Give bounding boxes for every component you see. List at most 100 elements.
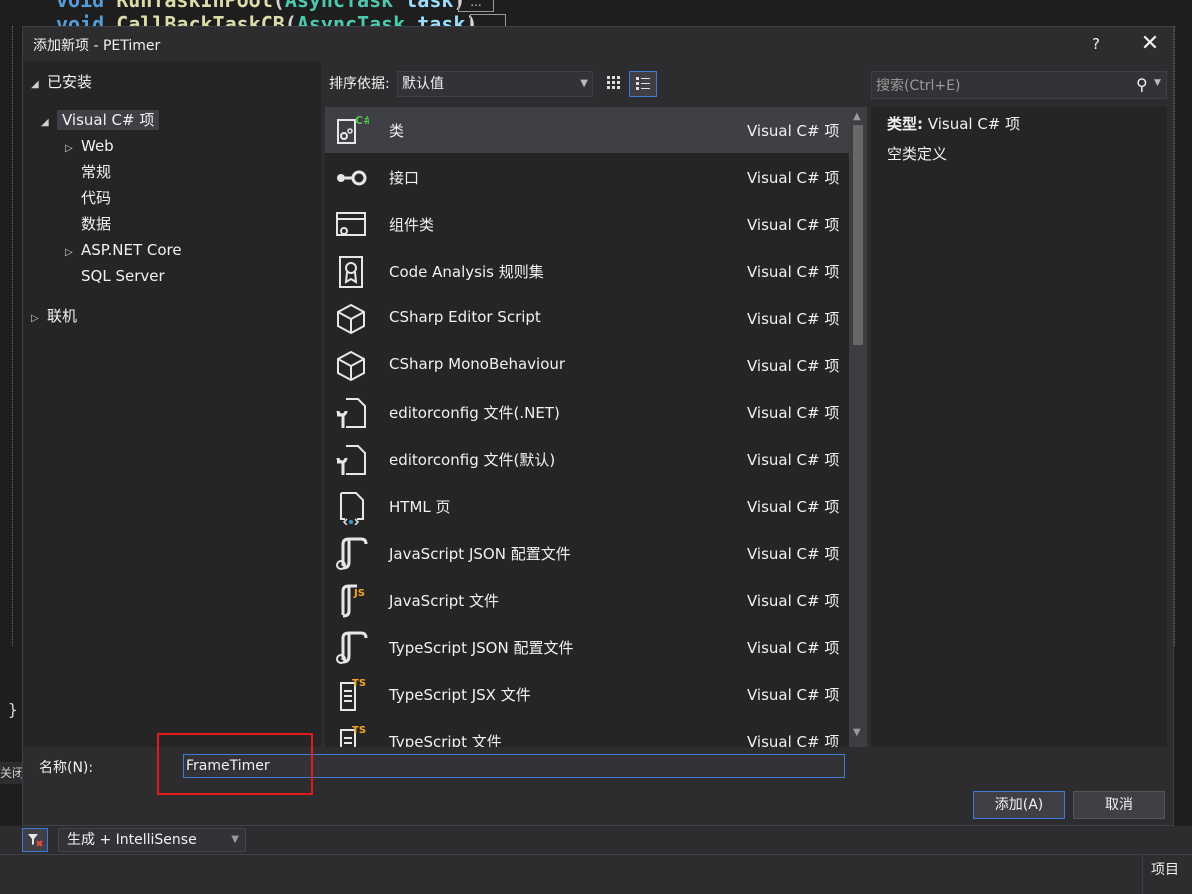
name-label: 名称(N):: [39, 760, 94, 776]
list-item[interactable]: TS TypeScript 文件 Visual C# 项: [325, 718, 849, 747]
collapse-arrow-icon: ◢: [31, 79, 39, 90]
code-line: void RunTaskInPool(AsyncTask task): [56, 0, 466, 12]
chevron-down-icon: ▼: [231, 834, 239, 845]
list-item[interactable]: 组件类 Visual C# 项: [325, 201, 849, 247]
code-line: void CallBackTaskCB(AsyncTask task): [56, 12, 478, 26]
list-item[interactable]: HTML 页 Visual C# 项: [325, 483, 849, 529]
sort-select[interactable]: 默认值 ▼: [397, 71, 593, 97]
template-list: C# 类 Visual C# 项 接口 Visual C# 项 组件类 Visu…: [325, 107, 849, 747]
tree-item-general[interactable]: 常规: [81, 161, 111, 183]
item-language: Visual C# 项: [747, 639, 840, 657]
list-item[interactable]: TS TypeScript JSX 文件 Visual C# 项: [325, 671, 849, 717]
list-item[interactable]: editorconfig 文件(默认) Visual C# 项: [325, 436, 849, 482]
list-item[interactable]: 接口 Visual C# 项: [325, 154, 849, 200]
list-item[interactable]: CSharp Editor Script Visual C# 项: [325, 295, 849, 341]
list-view-icon[interactable]: [629, 71, 657, 97]
item-language: Visual C# 项: [747, 592, 840, 610]
tree-item-sql-server[interactable]: SQL Server: [81, 265, 165, 287]
item-name: CSharp Editor Script: [389, 308, 541, 326]
item-name: HTML 页: [389, 498, 451, 516]
json-file-icon: [336, 631, 368, 664]
grid-view-icon[interactable]: [601, 71, 627, 97]
class-icon: C#: [337, 114, 369, 144]
tree-item-code[interactable]: 代码: [81, 187, 111, 209]
highlight-box: [157, 733, 313, 795]
item-name: JavaScript JSON 配置文件: [389, 545, 571, 563]
scroll-up-icon[interactable]: ▲: [853, 111, 861, 122]
dialog-titlebar: 添加新项 - PETimer ? ✕: [23, 27, 1173, 61]
expand-arrow-icon: ▷: [65, 143, 73, 154]
svg-text:TS: TS: [352, 725, 366, 736]
sort-label: 排序依据:: [329, 76, 390, 92]
item-language: Visual C# 项: [747, 686, 840, 704]
list-item[interactable]: Code Analysis 规则集 Visual C# 项: [325, 248, 849, 294]
status-item-project[interactable]: 项目: [1142, 855, 1179, 894]
list-item[interactable]: C# 类 Visual C# 项: [325, 107, 849, 153]
build-scope-select[interactable]: 生成 + IntelliSense ▼: [58, 828, 246, 852]
list-item[interactable]: JS JavaScript 文件 Visual C# 项: [325, 577, 849, 623]
item-language: Visual C# 项: [747, 498, 840, 516]
item-language: Visual C# 项: [747, 733, 840, 747]
list-item[interactable]: JavaScript JSON 配置文件 Visual C# 项: [325, 530, 849, 576]
ellipsis-icon: ...: [458, 0, 494, 12]
tree-item-data[interactable]: 数据: [81, 213, 111, 235]
code-editor-background: void RunTaskInPool(AsyncTask task) void …: [0, 0, 1192, 26]
js-file-icon: JS: [341, 584, 365, 618]
svg-text:TS: TS: [352, 678, 366, 689]
close-button[interactable]: ✕: [1135, 30, 1165, 58]
item-name: CSharp MonoBehaviour: [389, 355, 566, 373]
list-item[interactable]: TypeScript JSON 配置文件 Visual C# 项: [325, 624, 849, 670]
cube-icon: [337, 350, 365, 382]
scrollbar-thumb[interactable]: [853, 125, 863, 345]
item-language: Visual C# 项: [747, 169, 840, 187]
category-tree: ◢ 已安装 ◢ Visual C# 项 ▷ Web 常规 代码 数据 ▷ ASP.NET…: [23, 61, 321, 747]
chevron-down-icon[interactable]: ▼: [1154, 78, 1161, 88]
tree-item-online[interactable]: ▷ 联机: [31, 305, 77, 327]
scroll-down-icon[interactable]: ▼: [853, 727, 861, 738]
add-button[interactable]: 添加(A): [973, 791, 1065, 819]
svg-text:JS: JS: [353, 588, 365, 599]
search-icon[interactable]: ⚲: [1136, 75, 1148, 94]
tree-item-visual-csharp[interactable]: ◢ Visual C# 项: [41, 109, 160, 131]
item-name: TypeScript JSX 文件: [389, 686, 531, 704]
ruleset-icon: [339, 256, 363, 288]
item-name: editorconfig 文件(默认): [389, 451, 556, 469]
list-item[interactable]: editorconfig 文件(.NET) Visual C# 项: [325, 389, 849, 435]
list-scrollbar[interactable]: ▲ ▼: [849, 107, 867, 747]
add-new-item-dialog: 添加新项 - PETimer ? ✕ ◢ 已安装 ◢ Visual C# 项 ▷ We…: [22, 26, 1174, 826]
collapse-arrow-icon: ◢: [41, 117, 49, 128]
item-language: Visual C# 项: [747, 404, 840, 422]
component-icon: [336, 212, 366, 236]
cube-icon: [337, 303, 365, 335]
item-name: 组件类: [389, 216, 435, 234]
expand-arrow-icon: ▷: [65, 247, 73, 258]
item-language: Visual C# 项: [747, 357, 840, 375]
search-box: ⚲ ▼: [871, 71, 1167, 99]
detail-description: 空类定义: [887, 145, 948, 163]
list-item[interactable]: CSharp MonoBehaviour Visual C# 项: [325, 342, 849, 388]
item-language: Visual C# 项: [747, 216, 840, 234]
interface-icon: [337, 170, 367, 186]
search-input[interactable]: [876, 75, 1126, 97]
item-language: Visual C# 项: [747, 451, 840, 469]
item-name: TypeScript 文件: [389, 733, 502, 747]
tsx-file-icon: TS: [340, 678, 366, 711]
item-name: 接口: [389, 169, 420, 187]
item-language: Visual C# 项: [747, 310, 840, 328]
ts-file-icon: TS: [340, 725, 366, 747]
tree-item-aspnet-core[interactable]: ▷ ASP.NET Core: [65, 239, 182, 261]
tree-item-web[interactable]: ▷ Web: [65, 135, 114, 157]
html-file-icon: [340, 492, 364, 525]
json-file-icon: [336, 537, 368, 570]
config-file-icon: [336, 445, 366, 475]
item-language: Visual C# 项: [747, 545, 840, 563]
item-name: 类: [389, 122, 405, 140]
close-tab-label[interactable]: 关闭: [0, 762, 22, 784]
item-name: editorconfig 文件(.NET): [389, 404, 560, 422]
help-button[interactable]: ?: [1083, 31, 1109, 57]
item-name: TypeScript JSON 配置文件: [389, 639, 574, 657]
item-language: Visual C# 项: [747, 122, 840, 140]
tree-item-installed[interactable]: ◢ 已安装: [31, 71, 92, 93]
filter-icon[interactable]: [22, 828, 48, 852]
cancel-button[interactable]: 取消: [1073, 791, 1165, 819]
